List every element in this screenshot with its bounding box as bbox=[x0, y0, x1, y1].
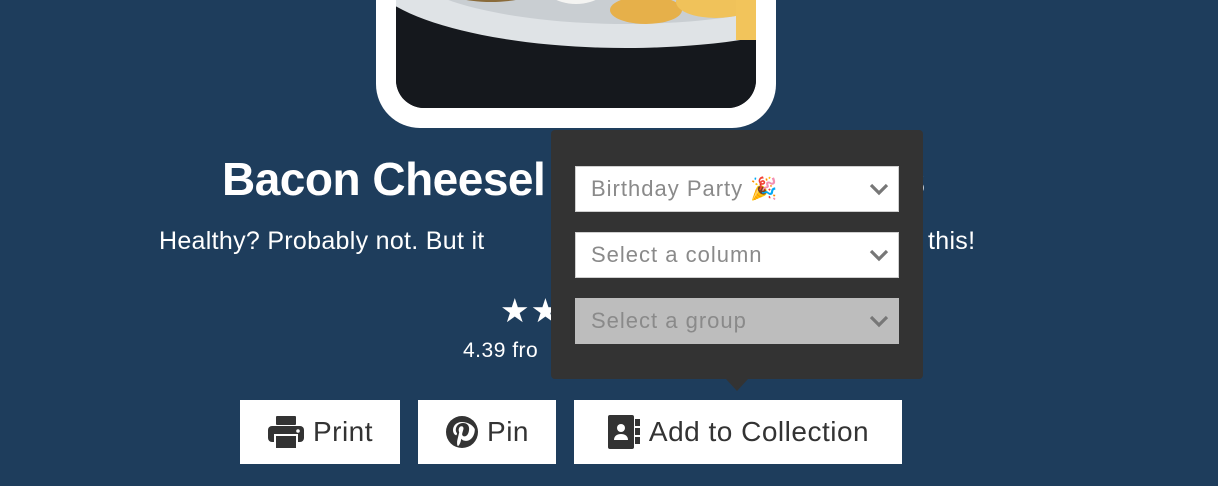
board-select-value: Birthday Party 🎉 bbox=[591, 176, 779, 201]
chevron-down-icon bbox=[868, 311, 890, 337]
chevron-down-icon bbox=[868, 179, 890, 205]
add-to-collection-button[interactable]: Add to Collection bbox=[574, 400, 902, 464]
chevron-down-icon bbox=[868, 245, 890, 271]
collection-popover: Birthday Party 🎉 Select a column Select … bbox=[551, 130, 923, 379]
recipe-subtitle-text: Healthy? Probably not. But it bbox=[159, 227, 485, 255]
contact-book-icon bbox=[607, 414, 641, 450]
recipe-photo bbox=[396, 0, 756, 108]
board-select[interactable]: Birthday Party 🎉 bbox=[575, 166, 899, 212]
column-select-placeholder: Select a column bbox=[591, 242, 763, 267]
pin-label: Pin bbox=[487, 416, 529, 447]
group-select-placeholder: Select a group bbox=[591, 308, 747, 333]
recipe-subtitle-tail: this! bbox=[928, 227, 976, 255]
pinterest-icon bbox=[445, 415, 479, 449]
print-label: Print bbox=[312, 416, 374, 447]
pin-button[interactable]: Pin bbox=[418, 400, 556, 464]
add-to-collection-label: Add to Collection bbox=[648, 416, 870, 447]
printer-icon bbox=[267, 415, 305, 449]
recipe-title-text: Bacon Cheesel bbox=[222, 153, 546, 205]
print-button[interactable]: Print bbox=[240, 400, 400, 464]
recipe-photo-frame bbox=[376, 0, 776, 128]
group-select[interactable]: Select a group bbox=[575, 298, 899, 344]
column-select[interactable]: Select a column bbox=[575, 232, 899, 278]
popover-arrow bbox=[726, 379, 748, 391]
rating-text: 4.39 fro bbox=[463, 339, 539, 362]
